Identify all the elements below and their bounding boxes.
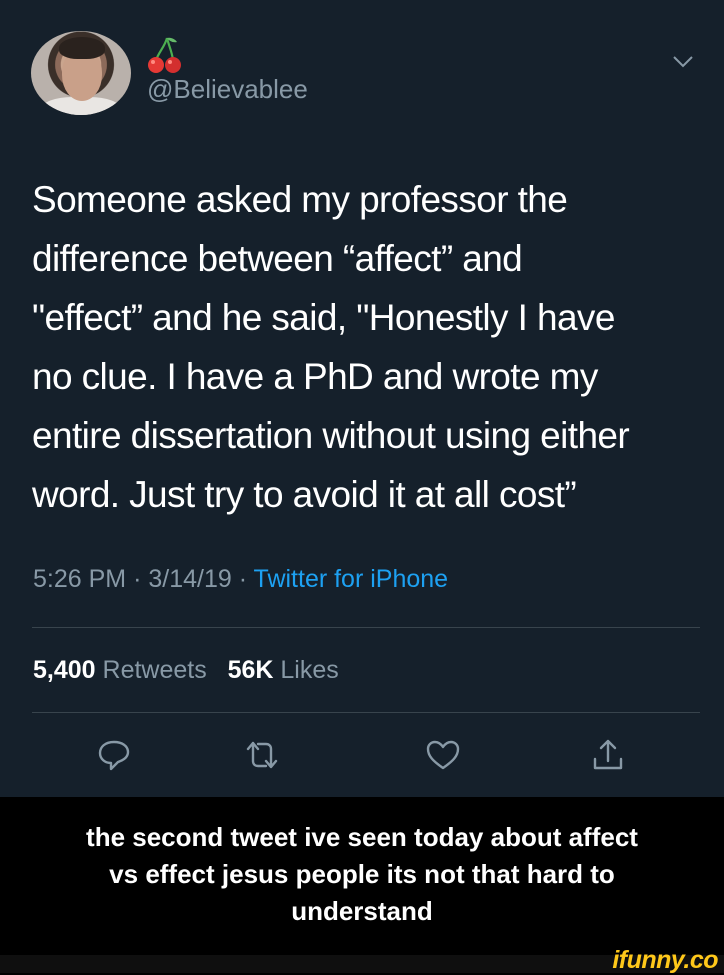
tweet-meta: 5:26 PM · 3/14/19 · Twitter for iPhone <box>33 565 448 594</box>
ifunny-watermark: ifunny.co <box>612 946 718 974</box>
cherries-emoji <box>148 37 181 73</box>
divider <box>32 627 700 628</box>
caption-line: the second tweet ive seen today about af… <box>86 822 638 852</box>
like-icon[interactable] <box>425 737 461 773</box>
tweet-text-line: word. Just try to avoid it at all cost” <box>32 474 577 515</box>
tweet-card: @Believablee Someone asked my professor … <box>0 0 724 797</box>
likes-label[interactable]: Likes <box>280 656 338 684</box>
avatar[interactable] <box>31 31 131 115</box>
tweet-text-line: entire dissertation without using either <box>32 415 630 456</box>
caption-line: understand <box>291 896 433 926</box>
tweet-stats: 5,400 Retweets 56K Likes <box>33 656 339 685</box>
retweets-count[interactable]: 5,400 <box>33 656 96 684</box>
tweet-time: 5:26 PM <box>33 565 127 593</box>
meme-caption: the second tweet ive seen today about af… <box>0 797 724 955</box>
meta-separator: · <box>238 565 248 593</box>
tweet-source-link[interactable]: Twitter for iPhone <box>254 565 449 593</box>
tweet-text-line: difference between “affect” and <box>32 238 523 279</box>
retweets-label[interactable]: Retweets <box>103 656 207 684</box>
likes-count[interactable]: 56K <box>228 656 274 684</box>
user-handle[interactable]: @Believablee <box>147 74 308 105</box>
tweet-text: Someone asked my professor the differenc… <box>32 170 704 524</box>
tweet-text-line: no clue. I have a PhD and wrote my <box>32 356 598 397</box>
reply-icon[interactable] <box>96 737 132 773</box>
retweet-icon[interactable] <box>244 737 280 773</box>
tweet-text-line: Someone asked my professor the <box>32 179 568 220</box>
meta-separator: · <box>133 565 142 593</box>
tweet-text-line: "effect” and he said, "Honestly I have <box>32 297 615 338</box>
share-icon[interactable] <box>590 737 626 773</box>
caption-line: vs effect jesus people its not that hard… <box>109 859 615 889</box>
tweet-date: 3/14/19 <box>148 565 232 593</box>
divider <box>32 712 700 713</box>
chevron-down-icon[interactable] <box>670 48 696 74</box>
